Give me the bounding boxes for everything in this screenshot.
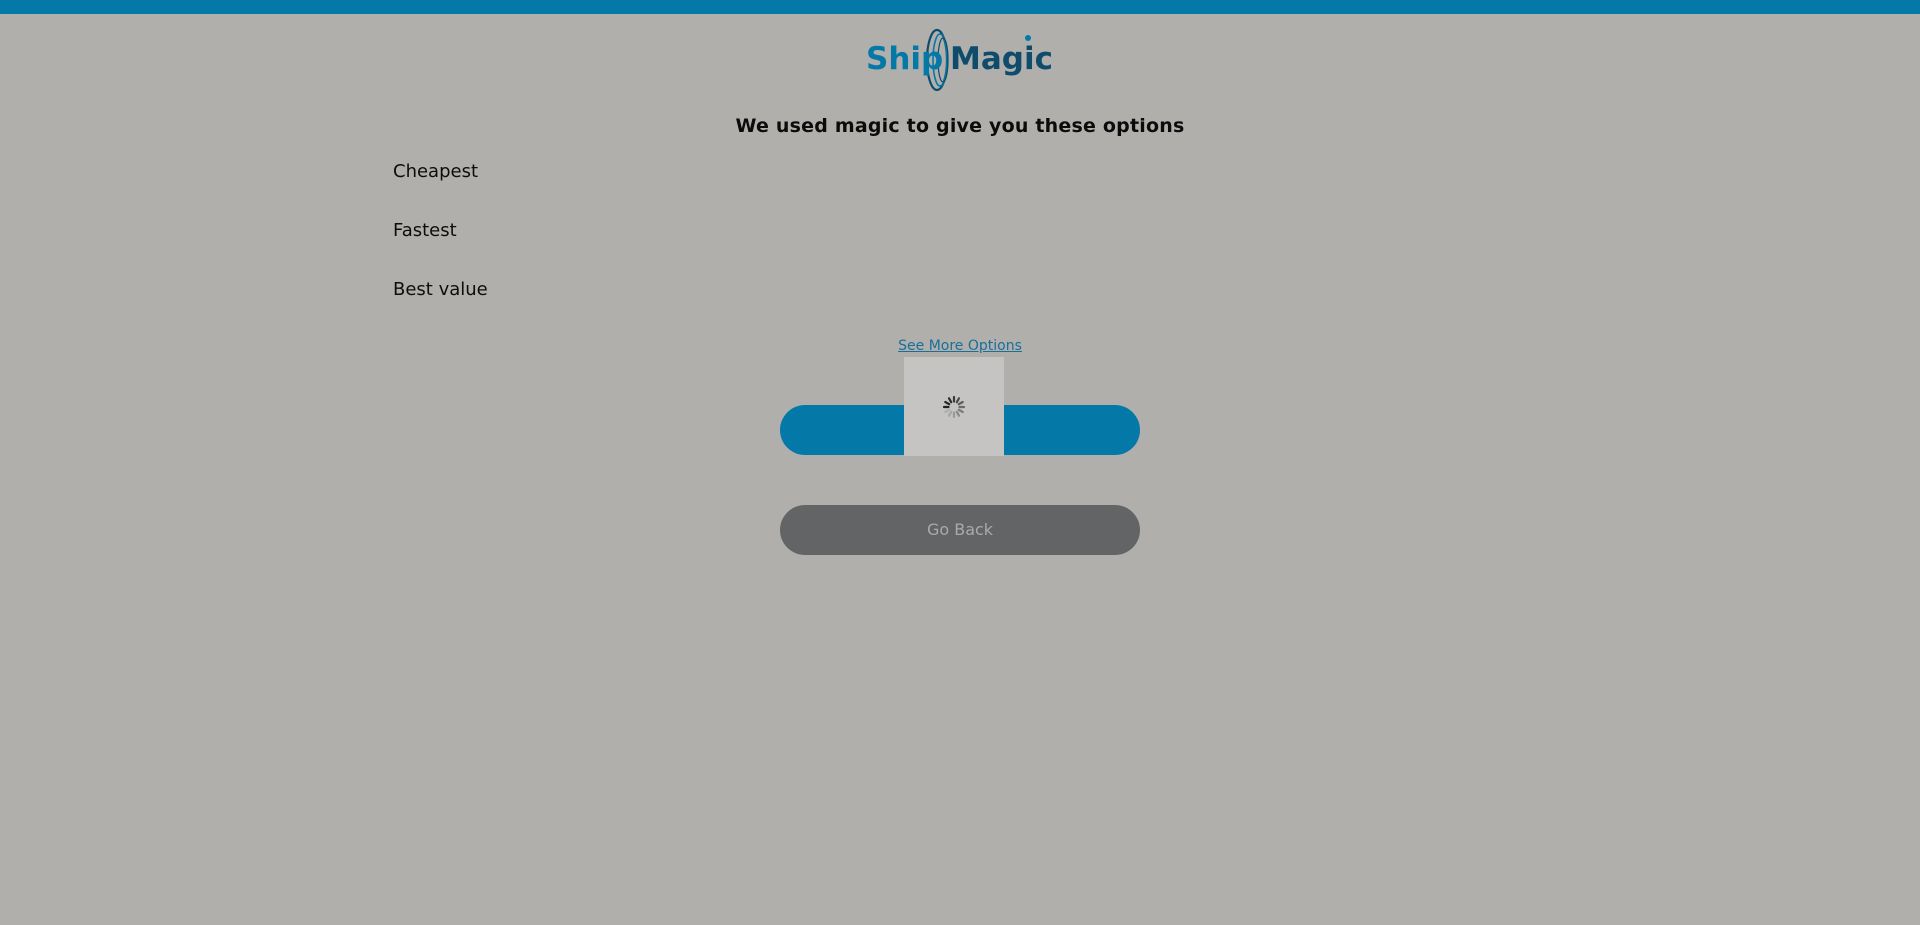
svg-text:Ship: Ship [866,41,943,77]
see-more-container: See More Options [0,338,1920,354]
option-best-value[interactable]: Best value [393,279,488,300]
option-fastest[interactable]: Fastest [393,220,457,241]
top-accent-bar [0,0,1920,14]
loading-overlay [904,357,1004,456]
see-more-options-link[interactable]: See More Options [898,338,1022,354]
go-back-button[interactable]: Go Back [780,505,1140,555]
shipmagic-logo: Ship Magic [866,26,1052,94]
svg-text:Magic: Magic [950,41,1052,77]
page-heading: We used magic to give you these options [735,115,1185,137]
loading-spinner-icon [942,395,966,419]
option-cheapest[interactable]: Cheapest [393,161,478,182]
